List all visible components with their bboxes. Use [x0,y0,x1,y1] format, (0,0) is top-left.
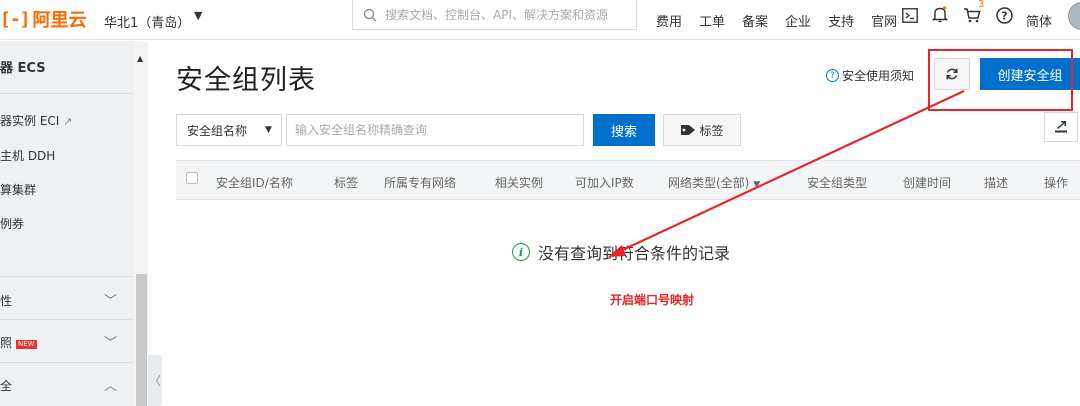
security-group-search-input[interactable] [286,114,584,146]
sidebar-item-ddh[interactable]: 主机 DDH [0,147,55,164]
caret-down-icon: ▼ [753,180,761,190]
annotation-text: 开启端口号映射 [610,293,695,307]
new-badge: NEW [16,340,37,349]
caret-down-icon: ▼ [265,125,272,135]
chevron-down-icon: ﹀ [104,336,118,351]
chevron-left-icon: 〈 [148,374,161,388]
sidebar-group-2[interactable]: 照 NEW ﹀ [0,334,126,351]
tag-filter-button[interactable]: 标签 [663,114,741,146]
filter-field-select[interactable]: 安全组名称 ▼ [176,114,282,146]
column-header: 操作 [1044,176,1069,190]
sidebar-group-1[interactable]: 性 ﹀ [0,292,126,309]
network-type-filter[interactable]: 网络类型(全部) ▼ [668,174,760,191]
divider [0,276,134,277]
cart-badge: 3 [978,0,985,10]
column-header: 安全组ID/名称 [216,176,293,190]
chevron-down-icon: ﹀ [104,294,118,309]
sidebar-group-3[interactable]: 全 ︿ [0,377,126,394]
question-icon: ? [826,69,839,82]
security-notice-label: 安全使用须知 [842,69,915,83]
nav-website[interactable]: 官网 [871,11,897,30]
search-icon [363,8,377,21]
terminal-icon[interactable] [900,5,920,25]
logo-text: 阿里云 [32,10,87,31]
nav-tickets[interactable]: 工单 [699,11,725,30]
sidebar-group-label: 性 [0,294,13,308]
avatar[interactable] [1068,2,1080,30]
column-header: 安全组类型 [807,176,868,190]
annotation-highlight-box [928,49,1073,111]
tag-icon [681,125,696,135]
sidebar-title: 器 ECS [0,61,46,76]
logo-mark: [-] [0,8,30,30]
export-button[interactable] [1044,112,1078,142]
sidebar-group-label: 全 [0,379,13,393]
external-link-icon: ↗ [63,115,73,128]
column-header: 相关实例 [495,176,544,190]
language-switch[interactable]: 简体 [1026,11,1052,30]
select-all-checkbox[interactable] [186,172,198,184]
scroll-up-icon[interactable]: ▲ [137,54,143,63]
filter-field-label: 安全组名称 [187,123,248,138]
column-header: 标签 [334,176,359,190]
sidebar-collapse-button[interactable]: 〈 [148,355,162,406]
page-title: 安全组列表 [176,65,316,96]
scrollbar-thumb[interactable] [136,274,147,406]
sidebar-item-coupon[interactable]: 例券 [0,215,24,232]
svg-text:?: ? [1001,9,1007,22]
sidebar: 器 ECS 器实例 ECI ↗ 主机 DDH 算集群 例券 性 ﹀ 照 NEW ﹀… [0,41,134,406]
divider [0,93,134,94]
search-button[interactable]: 搜索 [593,114,655,146]
bell-icon[interactable] [930,4,950,24]
region-selector[interactable]: 华北1（青岛） [104,12,190,31]
empty-state: i 没有查询到符合条件的记录 [512,240,730,264]
help-circle-icon[interactable]: ? [994,5,1014,25]
column-header: 创建时间 [903,176,952,190]
sidebar-item-label: 器实例 ECI [0,114,60,128]
sidebar-group-label: 照 [0,336,13,350]
top-bar: [-] 阿里云 华北1（青岛） ▼ 费用 工单 备案 企业 支持 官网 3 ? … [0,0,1080,40]
column-header: 网络类型(全部) [668,176,750,190]
top-nav: 费用 工单 备案 企业 支持 官网 [656,11,914,30]
divider [0,319,134,320]
empty-state-text: 没有查询到符合条件的记录 [538,244,731,263]
aliyun-logo[interactable]: [-] 阿里云 [0,8,87,32]
caret-down-icon[interactable]: ▼ [194,9,202,22]
sidebar-item-cluster[interactable]: 算集群 [0,181,36,198]
column-header: 可加入IP数 [575,176,634,190]
nav-fees[interactable]: 费用 [656,11,682,30]
sidebar-item-eci[interactable]: 器实例 ECI ↗ [0,112,72,129]
export-icon [1055,121,1067,133]
security-notice-link[interactable]: ? 安全使用须知 [826,67,914,84]
global-search[interactable] [352,0,637,30]
global-search-input[interactable] [385,7,625,22]
nav-support[interactable]: 支持 [828,11,854,30]
table-header: 安全组ID/名称 标签 所属专有网络 相关实例 可加入IP数 网络类型(全部) … [176,160,1080,200]
tag-button-label: 标签 [699,123,724,138]
nav-enterprise[interactable]: 企业 [785,11,811,30]
chevron-up-icon: ︿ [104,379,118,394]
info-icon: i [512,243,530,261]
column-header: 描述 [984,176,1009,190]
divider [0,362,134,363]
column-header: 所属专有网络 [384,176,457,190]
annotation-arrow [608,90,965,257]
nav-icp[interactable]: 备案 [742,11,768,30]
